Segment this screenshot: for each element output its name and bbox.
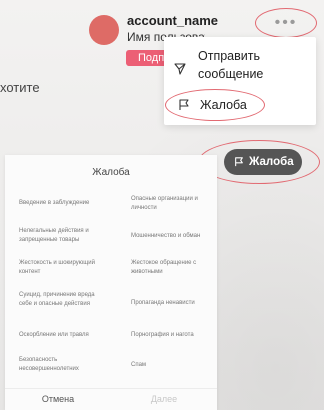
account-name: account_name [127, 13, 219, 28]
reason-fraud[interactable]: Мошенничество и обман [131, 232, 215, 241]
next-button[interactable]: Далее [111, 394, 217, 404]
report-pill-label: Жалоба [249, 156, 294, 168]
send-icon [174, 63, 188, 75]
send-message-label: Отправить сообщение [198, 49, 264, 81]
report-pill-button[interactable]: Жалоба [224, 149, 302, 175]
reason-illegal-activities[interactable]: Нелегальные действия и запрещенные товар… [19, 227, 107, 245]
report-dialog-title: Жалоба [92, 167, 130, 178]
more-dots-icon: ••• [274, 14, 298, 31]
reason-misleading[interactable]: Введение в заблуждение [19, 199, 107, 208]
footer-divider [5, 388, 217, 389]
reason-self-harm[interactable]: Суицид, причинение вреда себе и опасные … [19, 291, 107, 309]
menu-item-report[interactable]: Жалоба [178, 98, 247, 112]
background-caption: хотите [0, 80, 40, 95]
flag-icon [178, 99, 192, 111]
more-options-button[interactable]: ••• [255, 8, 317, 38]
report-label: Жалоба [200, 98, 247, 112]
reason-dangerous-orgs[interactable]: Опасные организации и личности [131, 195, 215, 213]
reason-harassment[interactable]: Оскорбление или травля [19, 331, 107, 340]
report-dialog: Жалоба Введение в заблуждение Опасные ор… [5, 155, 217, 410]
menu-item-send-message[interactable]: Отправить сообщение [174, 47, 298, 83]
cancel-button[interactable]: Отмена [5, 394, 111, 404]
reason-nudity[interactable]: Порнография и нагота [131, 331, 215, 340]
avatar[interactable] [89, 15, 119, 45]
reason-violence[interactable]: Жестокость и шокирующий контент [19, 259, 107, 277]
flag-icon [234, 157, 244, 167]
reason-minor-safety[interactable]: Безопасность несовершеннолетних [19, 356, 107, 374]
reason-spam[interactable]: Спам [131, 361, 215, 370]
reason-animal-cruelty[interactable]: Жестокое обращение с животными [131, 259, 215, 277]
reason-hate[interactable]: Пропаганда ненависти [131, 299, 215, 308]
